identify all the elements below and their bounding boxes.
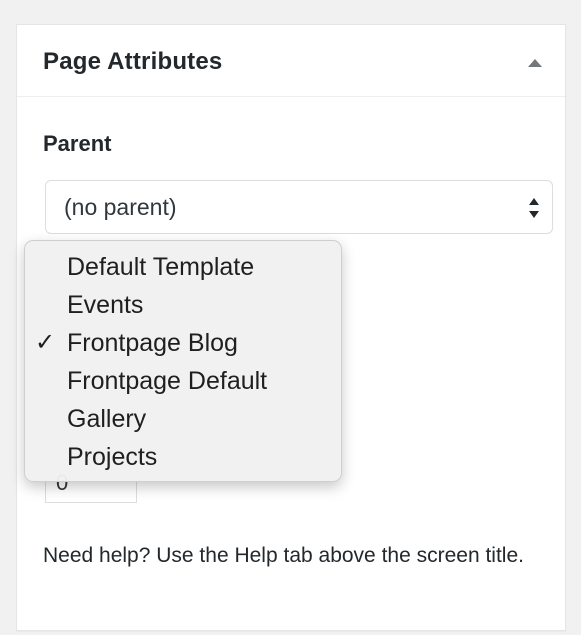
template-dropdown-menu[interactable]: Default Template Events ✓ Frontpage Blog… [24,240,342,482]
option-label: Default Template [67,253,255,281]
option-label: Projects [67,443,158,471]
template-option-frontpage-blog[interactable]: ✓ Frontpage Blog [25,324,341,362]
parent-select[interactable]: (no parent) [45,180,553,234]
help-text: Need help? Use the Help tab above the sc… [43,544,524,567]
option-label: Frontpage Blog [67,329,238,357]
template-option-default-template[interactable]: Default Template [25,248,341,286]
template-option-gallery[interactable]: Gallery [25,400,341,438]
option-label: Gallery [67,405,147,433]
parent-select-value: (no parent) [64,193,177,220]
template-option-frontpage-default[interactable]: Frontpage Default [25,362,341,400]
panel-title: Page Attributes [43,48,223,75]
option-label: Events [67,291,144,319]
panel-header[interactable]: Page Attributes [17,25,565,97]
check-icon: ✓ [35,329,56,356]
option-label: Frontpage Default [67,367,268,395]
triangle-up-icon[interactable] [523,53,547,73]
template-option-projects[interactable]: Projects [25,438,341,476]
up-down-arrows-icon [526,195,542,221]
template-option-events[interactable]: Events [25,286,341,324]
parent-label: Parent [43,131,112,156]
